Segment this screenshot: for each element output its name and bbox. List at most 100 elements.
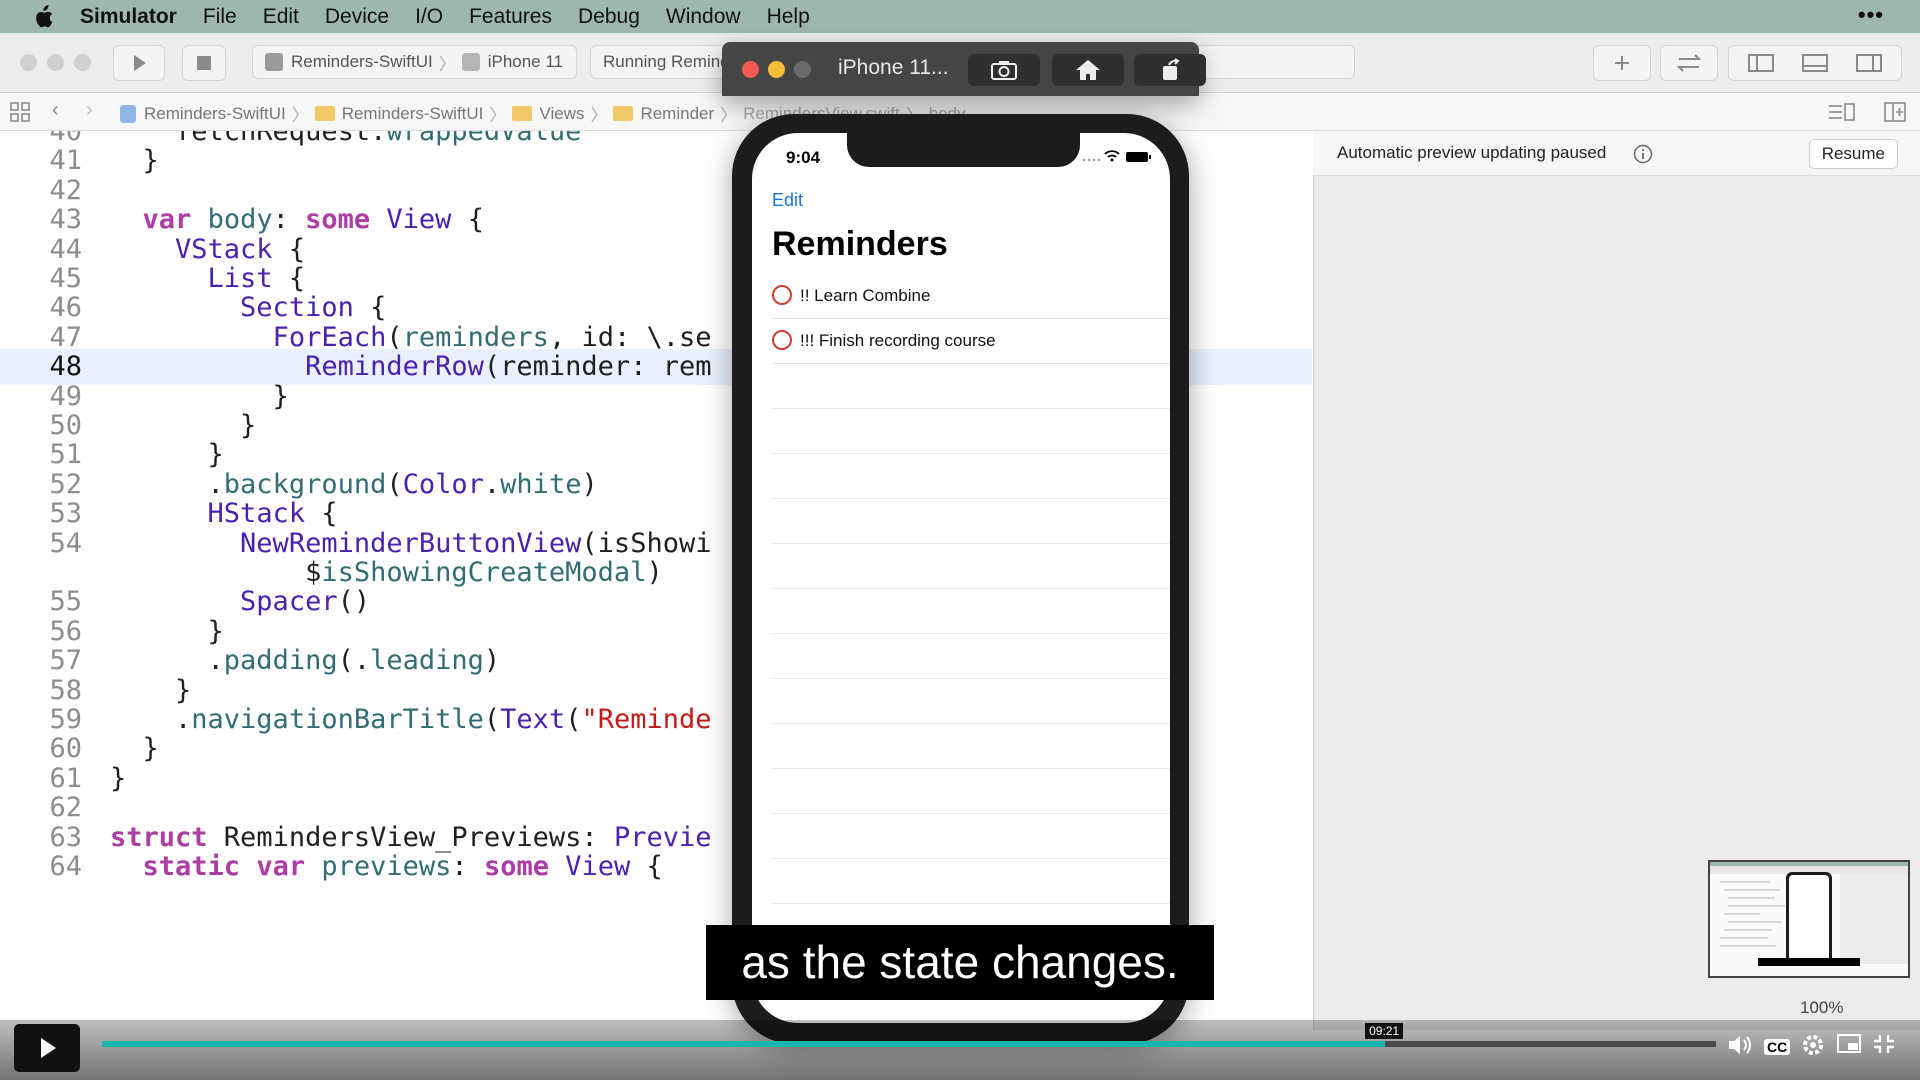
library-button[interactable] [1593, 45, 1651, 81]
info-icon[interactable] [1633, 144, 1653, 164]
project-icon [120, 104, 136, 123]
play-icon [41, 1038, 56, 1058]
navigator-toggle-icon[interactable] [1748, 54, 1774, 72]
status-time: 9:04 [786, 148, 821, 167]
preview-status-text: Automatic preview updating paused [1337, 143, 1607, 162]
panel-toggles [1728, 45, 1902, 81]
sim-close-button[interactable] [742, 61, 759, 78]
home-icon [1076, 60, 1100, 80]
video-progress-bar[interactable]: 09:21 [102, 1023, 1716, 1047]
stop-icon [197, 56, 211, 70]
rotate-icon [1163, 58, 1180, 80]
video-progress-fill [102, 1041, 1386, 1047]
scheme-name: Reminders-SwiftUI [291, 52, 433, 71]
more-icon[interactable]: ••• [1858, 2, 1884, 28]
add-editor-icon[interactable] [1884, 102, 1906, 122]
window-minimize-button[interactable] [47, 54, 64, 71]
swap-arrows-icon [1676, 54, 1702, 72]
checkbox-circle-icon[interactable] [772, 285, 792, 305]
video-caption: as the state changes. [706, 925, 1214, 1000]
simulator-window-titlebar[interactable]: iPhone 11... [722, 42, 1206, 96]
screenshot-button[interactable] [968, 54, 1040, 86]
menu-edit[interactable]: Edit [263, 5, 299, 29]
scheme-selector[interactable]: Reminders-SwiftUI 〉 iPhone 11 [252, 45, 577, 79]
window-zoom-button[interactable] [74, 54, 91, 71]
destination-name: iPhone 11 [487, 52, 564, 71]
edit-button[interactable]: Edit [772, 190, 803, 211]
menu-app-simulator[interactable]: Simulator [80, 5, 177, 29]
empty-list-row [772, 634, 1170, 679]
code-review-button[interactable] [1660, 45, 1718, 81]
empty-list-row [772, 859, 1170, 904]
preview-status-bar: Automatic preview updating paused Resume [1313, 131, 1920, 176]
app-icon [265, 53, 283, 71]
preview-zoom-level[interactable]: 100% [1800, 998, 1843, 1018]
sim-minimize-button[interactable] [768, 61, 785, 78]
camera-icon [991, 61, 1017, 80]
reminder-title: !!! Finish recording course [800, 331, 996, 350]
video-player-controls: 09:21 CC 100% [0, 998, 1920, 1080]
reminder-row[interactable]: !!! Finish recording course [772, 319, 1170, 364]
picture-in-picture-icon[interactable] [1836, 1033, 1862, 1055]
volume-icon[interactable] [1726, 1032, 1754, 1058]
settings-gear-icon[interactable] [1800, 1032, 1826, 1058]
editor-options-icon[interactable] [1828, 102, 1856, 122]
resume-button[interactable]: Resume [1808, 139, 1898, 169]
reminder-title: !! Learn Combine [800, 286, 931, 305]
status-icons [1082, 150, 1151, 162]
menu-device[interactable]: Device [325, 5, 389, 29]
breadcrumb-views[interactable]: Views [539, 104, 584, 124]
empty-list-row [772, 544, 1170, 589]
empty-list-row [772, 454, 1170, 499]
iphone-screen[interactable]: 9:04 Edit Reminders !! Learn Combine !!!… [752, 133, 1170, 1023]
empty-list-row [772, 679, 1170, 724]
device-icon [461, 53, 480, 71]
notch [847, 133, 1080, 167]
reminder-row[interactable]: !! Learn Combine [772, 274, 1170, 319]
video-timestamp: 09:21 [1365, 1023, 1404, 1039]
line-number: 64 [49, 851, 82, 882]
sim-zoom-button[interactable] [794, 61, 811, 78]
signal-icon [1082, 158, 1101, 162]
debug-area-toggle-icon[interactable] [1802, 54, 1828, 72]
play-icon [134, 55, 146, 71]
breadcrumb-group[interactable]: Reminders-SwiftUI [342, 104, 484, 124]
simulator-title: iPhone 11... [838, 56, 949, 79]
empty-list-row [772, 409, 1170, 454]
menu-bar: Simulator File Edit Device I/O Features … [0, 0, 1920, 33]
folder-icon [512, 106, 533, 121]
code-text: static var previews: some View { [142, 851, 663, 882]
stop-button[interactable] [182, 45, 226, 81]
menu-file[interactable]: File [203, 5, 237, 29]
breadcrumb-project[interactable]: Reminders-SwiftUI [144, 104, 286, 124]
window-close-button[interactable] [20, 54, 37, 71]
menu-debug[interactable]: Debug [578, 5, 640, 29]
menu-io[interactable]: I/O [415, 5, 443, 29]
thumbnail-image [1710, 862, 1908, 966]
home-button[interactable] [1052, 54, 1124, 86]
exit-fullscreen-icon[interactable] [1872, 1033, 1896, 1055]
back-chevron-icon[interactable]: ‹ [52, 99, 59, 122]
empty-list-row [772, 724, 1170, 769]
forward-chevron-icon[interactable]: › [86, 99, 93, 122]
empty-list-row [772, 769, 1170, 814]
thumbnail-preview[interactable] [1708, 860, 1910, 978]
plus-icon [1615, 56, 1629, 70]
folder-icon [314, 106, 335, 121]
video-play-button[interactable] [14, 1024, 80, 1072]
navigation-title: Reminders [772, 225, 948, 263]
related-items-grid-icon[interactable] [10, 102, 30, 122]
menu-help[interactable]: Help [767, 5, 810, 29]
menu-window[interactable]: Window [666, 5, 741, 29]
apple-icon[interactable] [32, 4, 54, 29]
checkbox-circle-icon[interactable] [772, 330, 792, 350]
inspector-toggle-icon[interactable] [1856, 54, 1882, 72]
rotate-button[interactable] [1134, 54, 1206, 86]
wifi-icon [1104, 150, 1120, 158]
menu-features[interactable]: Features [469, 5, 552, 29]
folder-icon [613, 106, 634, 121]
breadcrumb-reminder[interactable]: Reminder [640, 104, 714, 124]
empty-list-row [772, 499, 1170, 544]
captions-icon[interactable]: CC [1764, 1039, 1791, 1055]
run-button[interactable] [113, 45, 165, 81]
